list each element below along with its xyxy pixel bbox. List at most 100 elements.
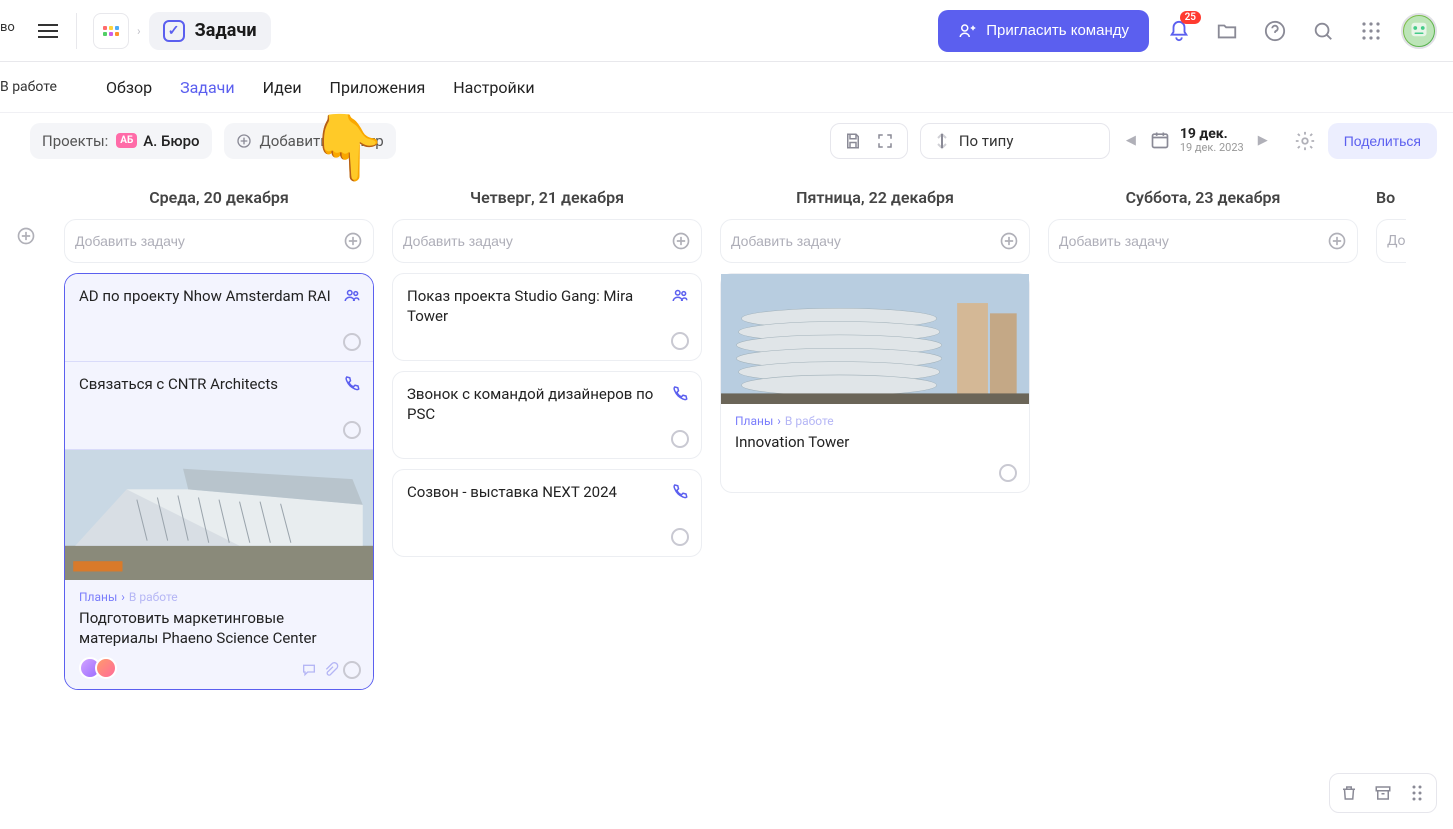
view-tools: [830, 123, 908, 159]
tab-overview[interactable]: Обзор: [106, 74, 152, 101]
notifications-button[interactable]: 25: [1161, 13, 1197, 49]
project-name: А. Бюро: [143, 132, 199, 150]
add-task-row[interactable]: [720, 219, 1030, 263]
task-card[interactable]: Созвон - выставка NEXT 2024: [392, 469, 702, 557]
plus-circle-icon: [999, 231, 1019, 251]
task-card[interactable]: Планы›В работе Подготовить маркетинговые…: [65, 450, 373, 689]
add-task-input[interactable]: [731, 233, 991, 249]
add-task-input[interactable]: [403, 233, 663, 249]
task-card[interactable]: Звонок с командой дизайнеров по PSC: [392, 371, 702, 459]
task-title: Звонок с командой дизайнеров по PSC: [407, 384, 687, 425]
status-toggle[interactable]: [671, 430, 689, 448]
trash-icon: [1340, 784, 1358, 802]
folder-button[interactable]: [1209, 13, 1245, 49]
comment-icon[interactable]: [301, 662, 317, 678]
invite-team-button[interactable]: Пригласить команду: [938, 10, 1149, 52]
phone-icon: [343, 374, 361, 392]
attachment-icon[interactable]: [323, 662, 339, 678]
card-actions: [301, 662, 339, 678]
corner-tools: [1329, 773, 1437, 813]
task-card[interactable]: Показ проекта Studio Gang: Mira Tower: [392, 273, 702, 361]
date-sub: 19 дек. 2023: [1180, 142, 1244, 154]
date-prev-button[interactable]: ◀: [1122, 133, 1140, 148]
add-task-row[interactable]: [392, 219, 702, 263]
share-button[interactable]: Поделиться: [1328, 123, 1437, 159]
add-task-row[interactable]: [64, 219, 374, 263]
add-task-input[interactable]: [1059, 233, 1319, 249]
page-title: Задачи: [195, 20, 257, 41]
divider: [76, 13, 77, 49]
add-task-plus-button[interactable]: [999, 231, 1019, 251]
task-card[interactable]: Связаться с CNTR Architects: [65, 362, 373, 450]
sort-label: По типу: [959, 132, 1014, 150]
tabs-row: В работе Обзор Задачи Идеи Приложения На…: [0, 62, 1453, 112]
gear-icon: [1294, 130, 1316, 152]
status-toggle[interactable]: [343, 421, 361, 439]
prev-column-stub: [16, 180, 46, 246]
status-toggle[interactable]: [999, 464, 1017, 482]
add-task-plus-button[interactable]: [343, 231, 363, 251]
search-icon: [1312, 20, 1334, 42]
expand-button[interactable]: [871, 127, 899, 155]
date-next-button[interactable]: ▶: [1254, 133, 1272, 148]
add-filter-label: Добавить фильтр: [260, 132, 384, 150]
plus-circle-icon: [1327, 231, 1347, 251]
topbar: › ✓ Задачи Пригласить команду 25: [0, 0, 1453, 62]
add-task-button-prev[interactable]: [16, 226, 46, 246]
card-image: [65, 450, 373, 580]
task-card[interactable]: Планы›В работе Innovation Tower: [720, 273, 1030, 493]
trash-button[interactable]: [1336, 780, 1362, 806]
tab-settings[interactable]: Настройки: [453, 74, 534, 101]
add-task-row[interactable]: [1048, 219, 1358, 263]
board: Среда, 20 декабря AD по проекту Nhow Ams…: [0, 168, 1453, 702]
notifications-badge: 25: [1180, 11, 1201, 24]
column-header-cut: Во: [1376, 180, 1406, 219]
tab-ideas[interactable]: Идеи: [263, 74, 302, 101]
archive-button[interactable]: [1370, 780, 1396, 806]
task-card[interactable]: AD по проекту Nhow Amsterdam RAI: [65, 274, 373, 362]
expand-icon: [876, 132, 894, 150]
grid-icon: [103, 26, 119, 36]
date-navigator: ◀ 19 дек. 19 дек. 2023 ▶: [1122, 127, 1272, 154]
status-toggle[interactable]: [671, 528, 689, 546]
card-breadcrumb: Планы›В работе: [79, 590, 359, 604]
drag-handle[interactable]: [1404, 780, 1430, 806]
user-avatar[interactable]: [1401, 13, 1437, 49]
tab-tasks[interactable]: Задачи: [180, 74, 235, 101]
add-task-input[interactable]: [75, 233, 335, 249]
apps-icon: [1361, 21, 1381, 41]
check-icon: ✓: [163, 20, 185, 42]
team-icon: [671, 286, 689, 304]
plus-circle-icon: [671, 231, 691, 251]
sort-dropdown[interactable]: По типу: [920, 123, 1110, 159]
status-toggle[interactable]: [671, 332, 689, 350]
column-header: Среда, 20 декабря: [64, 180, 374, 219]
cut-text-left: В работе: [0, 79, 57, 95]
calendar-icon: [1150, 130, 1170, 150]
status-toggle[interactable]: [343, 661, 361, 679]
column-thu: Четверг, 21 декабря Показ проекта Studio…: [392, 180, 702, 567]
search-button[interactable]: [1305, 13, 1341, 49]
help-button[interactable]: [1257, 13, 1293, 49]
board-settings-button[interactable]: [1294, 130, 1316, 152]
chevron-right-icon: ›: [137, 24, 141, 38]
add-task-plus-button[interactable]: [671, 231, 691, 251]
tab-apps[interactable]: Приложения: [330, 74, 426, 101]
column-header: Четверг, 21 декабря: [392, 180, 702, 219]
invite-team-label: Пригласить команду: [986, 22, 1129, 39]
column-sat: Суббота, 23 декабря: [1048, 180, 1358, 273]
avatar-icon: [1404, 16, 1434, 46]
add-task-row-cut[interactable]: До: [1376, 219, 1406, 263]
add-filter-button[interactable]: Добавить фильтр: [224, 123, 396, 159]
page-title-chip[interactable]: ✓ Задачи: [149, 12, 271, 50]
team-icon: [343, 286, 361, 304]
project-filter-chip[interactable]: Проекты: АБ А. Бюро: [30, 123, 212, 159]
card-breadcrumb: Планы›В работе: [735, 414, 1015, 428]
apps-grid-button[interactable]: [1353, 13, 1389, 49]
phone-icon: [671, 482, 689, 500]
menu-icon[interactable]: [36, 19, 60, 43]
status-toggle[interactable]: [343, 333, 361, 351]
save-view-button[interactable]: [839, 127, 867, 155]
app-switcher-button[interactable]: [93, 13, 129, 49]
add-task-plus-button[interactable]: [1327, 231, 1347, 251]
